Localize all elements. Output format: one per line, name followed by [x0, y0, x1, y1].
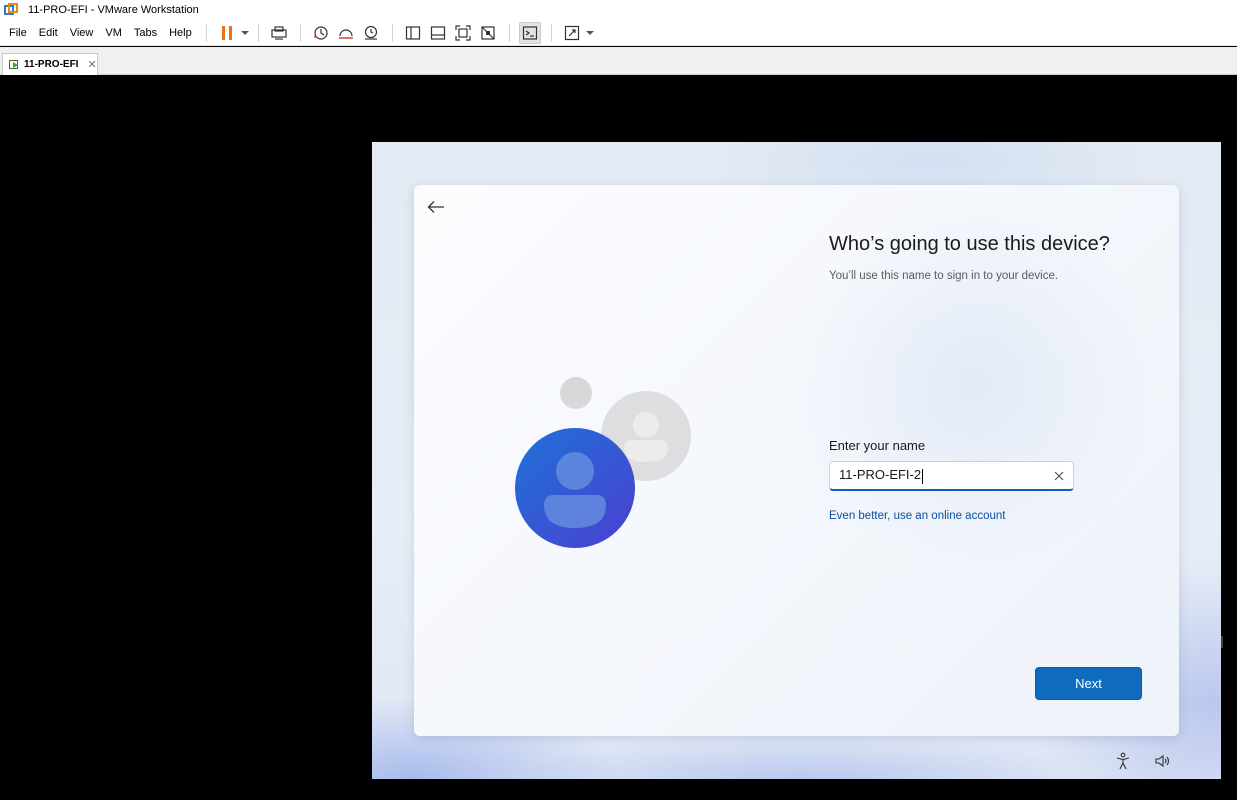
- guest-screen[interactable]: Who’s going to use this device? You’ll u…: [372, 142, 1221, 779]
- menu-file[interactable]: File: [0, 20, 33, 46]
- name-input-value: 11-PRO-EFI-2: [839, 467, 922, 483]
- take-snapshot-button[interactable]: [310, 22, 332, 44]
- snapshot-manager-icon: [365, 25, 378, 40]
- stretch-guest-button[interactable]: [561, 22, 583, 44]
- chevron-down-icon: [240, 30, 249, 35]
- toolbar-separator: [508, 23, 510, 42]
- full-screen-icon: [455, 24, 471, 41]
- send-ctrl-alt-del-button[interactable]: [268, 22, 290, 44]
- thumbnail-bar-button[interactable]: [427, 22, 449, 44]
- back-button[interactable]: [424, 195, 448, 219]
- send-keys-icon: [271, 25, 287, 40]
- oobe-bottom-tray: [1112, 750, 1174, 772]
- menu-vm[interactable]: VM: [99, 20, 128, 46]
- console-view-button[interactable]: [519, 21, 542, 44]
- title-bar: 11-PRO-EFI - VMware Workstation: [0, 0, 1237, 20]
- people-illustration-icon: [515, 377, 691, 548]
- unity-icon: [481, 25, 495, 40]
- power-dropdown[interactable]: [240, 22, 250, 44]
- oobe-card: Who’s going to use this device? You’ll u…: [414, 185, 1179, 736]
- toolbar-separator: [550, 23, 552, 42]
- name-field-label: Enter your name: [829, 438, 926, 453]
- revert-snapshot-button[interactable]: [335, 22, 357, 44]
- close-icon: [1054, 471, 1064, 480]
- console-view-icon: [523, 25, 538, 40]
- snapshot-manager-button[interactable]: [360, 22, 382, 44]
- vm-running-icon: [9, 60, 18, 69]
- toolbar-separator: [391, 23, 393, 42]
- accessibility-icon: [1116, 752, 1130, 770]
- show-library-button[interactable]: [402, 22, 424, 44]
- snapshot-icon: [314, 25, 328, 40]
- arrow-left-icon: [427, 201, 444, 213]
- volume-icon: [1155, 754, 1170, 768]
- revert-snapshot-icon: [339, 28, 354, 39]
- stretch-guest-icon: [565, 25, 580, 40]
- menu-tabs[interactable]: Tabs: [128, 20, 163, 46]
- toolbar-separator: [299, 23, 301, 42]
- stretch-dropdown[interactable]: [585, 22, 595, 44]
- thumbnail-bar-icon: [431, 25, 446, 40]
- console-edge-marker: [1221, 636, 1223, 648]
- close-tab-icon[interactable]: ✕: [87, 58, 96, 71]
- text-caret: [922, 468, 924, 484]
- page-subtitle: You’ll use this name to sign in to your …: [829, 270, 1059, 282]
- menu-help[interactable]: Help: [163, 20, 198, 46]
- page-title: Who’s going to use this device?: [829, 233, 1110, 255]
- accessibility-button[interactable]: [1112, 750, 1134, 772]
- vmware-logo-icon: [4, 3, 18, 17]
- library-icon: [406, 25, 421, 40]
- next-button[interactable]: Next: [1035, 667, 1142, 700]
- full-screen-button[interactable]: [452, 22, 474, 44]
- name-input-wrapper[interactable]: 11-PRO-EFI-2: [830, 467, 1045, 484]
- tab-11-pro-efi[interactable]: 11-PRO-EFI ✕: [2, 53, 98, 75]
- pause-icon: [222, 25, 233, 40]
- menu-edit[interactable]: Edit: [33, 20, 64, 46]
- pause-button[interactable]: [216, 22, 238, 44]
- tab-label: 11-PRO-EFI: [24, 59, 79, 70]
- tab-strip: 11-PRO-EFI ✕: [0, 47, 1237, 75]
- clear-button[interactable]: [1045, 462, 1073, 490]
- name-input[interactable]: 11-PRO-EFI-2: [829, 461, 1074, 491]
- chevron-down-icon: [585, 30, 594, 35]
- online-account-link[interactable]: Even better, use an online account: [829, 510, 1005, 522]
- unity-button[interactable]: [477, 22, 499, 44]
- toolbar-separator: [257, 23, 259, 42]
- window-title: 11-PRO-EFI - VMware Workstation: [28, 4, 199, 16]
- toolbar-separator: [205, 23, 207, 42]
- menu-view[interactable]: View: [64, 20, 100, 46]
- menu-bar: File Edit View VM Tabs Help: [0, 20, 1237, 46]
- volume-button[interactable]: [1152, 750, 1174, 772]
